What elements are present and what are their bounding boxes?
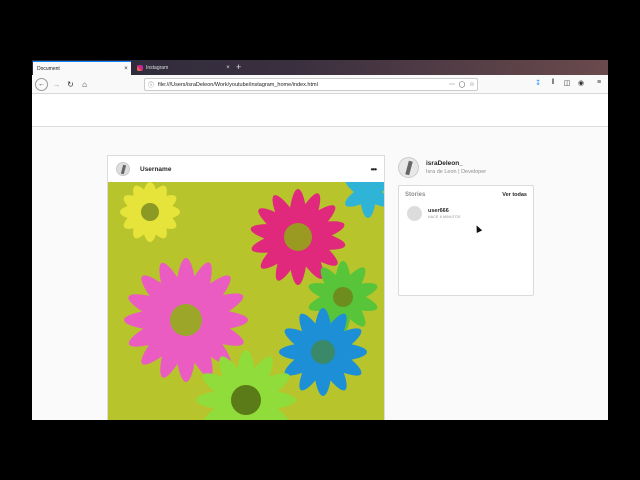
home-icon[interactable]: ⌂ (78, 78, 91, 91)
instagram-page: Username ••• israDeleon_ Isra de Leon | … (32, 94, 608, 420)
post-card: Username ••• (107, 155, 385, 420)
see-all-link[interactable]: Ver todas (502, 192, 527, 198)
story-item[interactable]: user666 HACE 6 MINUTOS (399, 198, 533, 221)
more-icon[interactable]: ⋯ (447, 81, 457, 88)
profile-text: israDeleon_ Isra de Leon | Developer (426, 160, 486, 175)
post-header: Username ••• (108, 156, 384, 182)
url-bar[interactable]: ⓘ file:///Users/israDeleon/Work/youtube/… (144, 78, 478, 91)
info-icon[interactable]: ⓘ (148, 80, 154, 89)
close-icon[interactable]: × (223, 65, 233, 71)
avatar[interactable] (116, 162, 130, 176)
avatar[interactable] (407, 206, 422, 221)
story-timestamp: HACE 6 MINUTOS (428, 215, 461, 219)
navigation-bar: ← → ↻ ⌂ ⓘ file:///Users/israDeleon/Work/… (32, 75, 608, 94)
url-text[interactable]: file:///Users/israDeleon/Work/youtube/in… (158, 82, 447, 88)
post-username[interactable]: Username (140, 166, 371, 173)
profile-username[interactable]: israDeleon_ (426, 160, 486, 167)
more-options-icon[interactable]: ••• (371, 165, 377, 174)
post-image[interactable] (108, 182, 384, 420)
tab-label: Instagram (146, 65, 169, 71)
back-icon[interactable]: ← (35, 78, 48, 91)
profile-subtitle: Isra de Leon | Developer (426, 168, 487, 175)
avatar[interactable] (398, 156, 419, 178)
library-icon[interactable]: ‖ (548, 79, 558, 86)
new-tab-button[interactable]: + (236, 61, 241, 73)
reload-icon[interactable]: ↻ (64, 78, 77, 91)
story-username[interactable]: user666 (428, 208, 461, 214)
story-text: user666 HACE 6 MINUTOS (428, 208, 461, 219)
tab-document[interactable]: Document × (33, 61, 131, 75)
download-icon[interactable]: ↧ (533, 79, 543, 87)
bookmark-star-icon[interactable]: ☆ (467, 81, 477, 88)
browser-window: Document × Instagram × + ← → ↻ ⌂ ⓘ file:… (32, 60, 608, 420)
sidebar-icon[interactable]: ◫ (562, 79, 572, 87)
menu-icon[interactable]: ≡ (594, 79, 604, 86)
stories-panel: Stories Ver todas user666 HACE 6 MINUTOS (398, 185, 534, 296)
instagram-icon (137, 65, 143, 71)
pocket-icon[interactable]: ◯ (457, 81, 467, 88)
tab-label: Document (37, 65, 60, 72)
forward-icon[interactable]: → (50, 78, 63, 91)
close-icon[interactable]: × (121, 66, 131, 72)
account-icon[interactable]: ◉ (576, 79, 586, 87)
stories-title: Stories (405, 192, 426, 198)
tab-strip: Document × Instagram × + (32, 60, 608, 75)
top-bar (32, 94, 608, 127)
flowers-image (108, 182, 384, 420)
tab-instagram[interactable]: Instagram × (133, 61, 233, 75)
stories-header: Stories Ver todas (399, 186, 533, 198)
profile-summary: israDeleon_ Isra de Leon | Developer (398, 155, 534, 179)
